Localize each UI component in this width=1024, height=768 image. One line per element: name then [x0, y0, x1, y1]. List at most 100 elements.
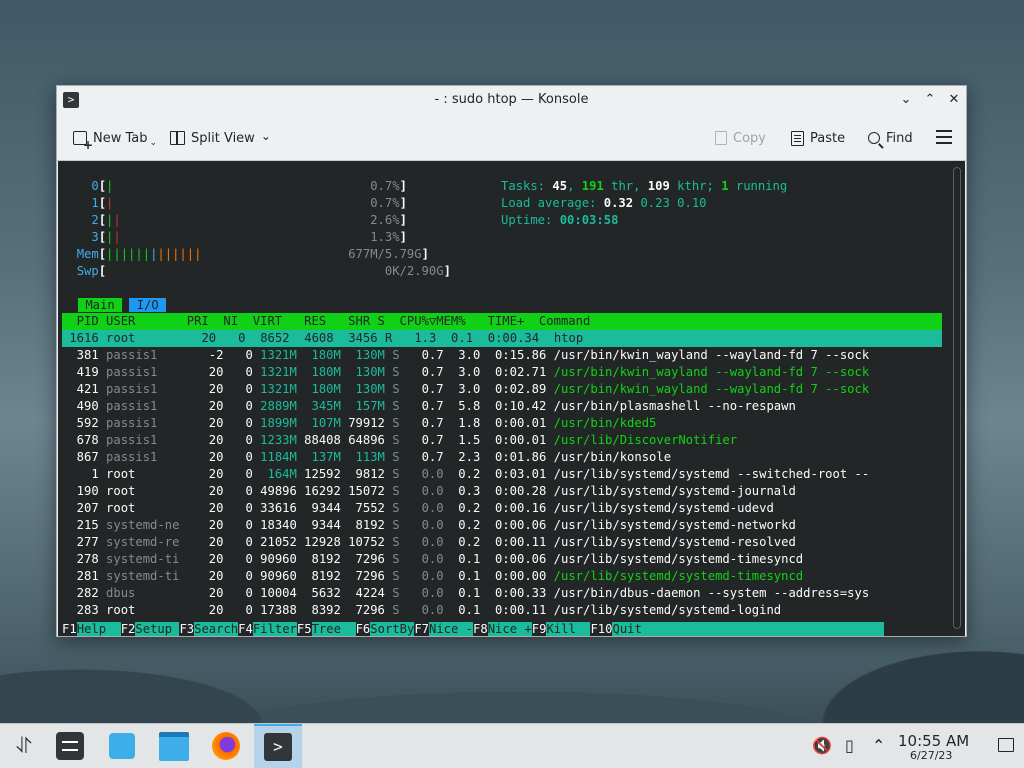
table-row[interactable]: 1 root 20 0 164M 12592 9812 S 0.0 0.2 0:… [62, 466, 869, 483]
find-button[interactable]: Find [868, 128, 913, 148]
cell-virt: 18340 [260, 518, 305, 532]
cell-ni: 0 [230, 501, 261, 515]
cell-mem: 0.2 [458, 501, 495, 515]
cell-pri: 20 [186, 484, 231, 498]
table-row[interactable]: 419 passis1 20 0 1321M 180M 130M S 0.7 3… [62, 364, 870, 381]
terminal-scrollbar[interactable] [953, 167, 961, 629]
table-row[interactable]: 421 passis1 20 0 1321M 180M 130M S 0.7 3… [62, 381, 870, 398]
cell-cmd: /usr/lib/systemd/systemd-timesyncd [553, 569, 804, 583]
fkey-label[interactable]: Search [194, 622, 239, 636]
table-row[interactable]: 867 passis1 20 0 1184M 137M 113M S 0.7 2… [62, 449, 869, 466]
table-row[interactable]: 277 systemd-re 20 0 21052 12928 10752 S … [62, 534, 869, 551]
table-row[interactable]: 190 root 20 0 49896 16292 15072 S 0.0 0.… [62, 483, 869, 500]
split-view-button[interactable]: Split View ⌄ [170, 128, 271, 148]
table-row[interactable]: 215 systemd-ne 20 0 18340 9344 8192 S 0.… [62, 517, 869, 534]
copy-button[interactable]: Copy [715, 128, 766, 148]
show-desktop-icon[interactable] [998, 738, 1014, 752]
fkey-f7[interactable]: F7 [414, 622, 429, 636]
fkey-label[interactable]: Setup [135, 622, 180, 636]
cell-user: passis1 [106, 433, 187, 447]
cell-res: 12592 [304, 467, 349, 481]
taskbar-dolphin[interactable] [150, 726, 198, 766]
taskbar-discover[interactable] [98, 726, 146, 766]
cell-mem: 2.3 [458, 450, 495, 464]
split-view-label: Split View [191, 130, 255, 146]
cell-s: S [392, 382, 415, 396]
table-row[interactable]: 592 passis1 20 0 1899M 107M 79912 S 0.7 … [62, 415, 869, 432]
fkey-f5[interactable]: F5 [297, 622, 312, 636]
fkey-label[interactable]: SortBy [370, 622, 415, 636]
fkey-f6[interactable]: F6 [356, 622, 371, 636]
fkey-label[interactable]: Nice + [487, 622, 532, 636]
minimize-icon[interactable]: ⌄ [897, 91, 915, 109]
fkey-f4[interactable]: F4 [238, 622, 253, 636]
cell-pri: 20 [186, 399, 231, 413]
cell-ni: 0 [230, 450, 261, 464]
cell-pri: 20 [186, 569, 231, 583]
fkey-label[interactable]: Nice - [429, 622, 474, 636]
table-row[interactable]: 282 dbus 20 0 10004 5632 4224 S 0.0 0.1 … [62, 585, 870, 602]
cell-res: 9344 [304, 518, 349, 532]
cell-mem: 0.2 [458, 535, 495, 549]
fkey-f8[interactable]: F8 [473, 622, 488, 636]
table-row[interactable]: 207 root 20 0 33616 9344 7552 S 0.0 0.2 … [62, 500, 869, 517]
cell-ni: 0 [230, 518, 261, 532]
cell-cmd: /usr/bin/kded5 [553, 416, 657, 430]
cell-pid: 419 [62, 365, 107, 379]
tab-io[interactable]: I/O [129, 298, 167, 312]
cell-cpu: 0.0 [414, 501, 459, 515]
table-row[interactable]: 381 passis1 -2 0 1321M 180M 130M S 0.7 3… [62, 347, 870, 364]
cell-ni: 0 [230, 467, 261, 481]
paste-button[interactable]: Paste [791, 128, 845, 148]
system-settings-icon [56, 732, 84, 760]
table-row[interactable]: 490 passis1 20 0 2889M 345M 157M S 0.7 5… [62, 398, 869, 415]
fkey-f2[interactable]: F2 [121, 622, 136, 636]
maximize-icon[interactable]: ⌃ [921, 91, 939, 109]
table-row[interactable]: 278 systemd-ti 20 0 90960 8192 7296 S 0.… [62, 551, 869, 568]
fkey-label[interactable]: Help [76, 622, 121, 636]
fkey-label[interactable]: Quit [612, 622, 884, 636]
taskbar-firefox[interactable] [202, 726, 250, 766]
tray-expand-chevron-icon[interactable]: ⌃ [872, 736, 885, 755]
cell-ni: 0 [230, 535, 261, 549]
hamburger-menu-icon[interactable] [936, 130, 952, 144]
title-bar[interactable]: > - : sudo htop — Konsole ⌄ ⌃ ✕ [57, 86, 966, 114]
cell-res: 88408 [304, 433, 349, 447]
fkey-f3[interactable]: F3 [179, 622, 194, 636]
cell-cpu: 0.7 [414, 450, 459, 464]
fkey-label[interactable]: Kill [546, 622, 591, 636]
clock-time[interactable]: 10:55 AM [898, 732, 969, 750]
fkey-f10[interactable]: F10 [590, 622, 612, 636]
application-launcher[interactable]: ⥯ [0, 726, 48, 766]
cell-pri: 20 [186, 382, 231, 396]
fkey-f1[interactable]: F1 [62, 622, 77, 636]
clock-date[interactable]: 6/27/23 [910, 749, 952, 762]
cell-shr: 7552 [348, 501, 393, 515]
fkey-label[interactable]: Filter [252, 622, 297, 636]
tab-main[interactable]: Main [78, 298, 123, 312]
cell-cpu: 0.0 [414, 518, 459, 532]
table-row[interactable]: 283 root 20 0 17388 8392 7296 S 0.0 0.1 … [62, 602, 869, 619]
cell-virt: 90960 [260, 552, 305, 566]
table-row-selected[interactable]: 1616 root 20 0 8652 4608 3456 R 1.3 0.1 … [62, 330, 942, 347]
copy-label: Copy [733, 130, 766, 146]
taskbar-system-settings[interactable] [46, 726, 94, 766]
konsole-window[interactable]: > - : sudo htop — Konsole ⌄ ⌃ ✕ New Tab … [56, 85, 967, 637]
cell-cmd: /usr/lib/systemd/systemd --switched-root… [553, 467, 870, 481]
cell-s: S [392, 365, 415, 379]
fkey-label[interactable]: Tree [311, 622, 356, 636]
cell-cmd: /usr/bin/konsole [553, 450, 672, 464]
battery-icon[interactable]: ▯ [845, 736, 854, 755]
cell-pid: 278 [62, 552, 107, 566]
fkey-f9[interactable]: F9 [532, 622, 547, 636]
table-row[interactable]: 678 passis1 20 0 1233M 88408 64896 S 0.7… [62, 432, 869, 449]
process-table-header[interactable]: PID USER PRI NI VIRT RES SHR S CPU%▽MEM%… [62, 313, 942, 330]
cell-res: 9344 [304, 501, 349, 515]
taskbar-konsole[interactable]: > [254, 724, 302, 768]
new-tab-button[interactable]: New Tab ⌄ [73, 128, 157, 152]
table-row[interactable]: 281 systemd-ti 20 0 90960 8192 7296 S 0.… [62, 568, 869, 585]
terminal-area[interactable]: 0[| 0.7%] 1[| 0.7%] 2[|| 2.6%] 3[|| 1.3%… [58, 161, 965, 636]
volume-muted-icon[interactable]: 🔇 [812, 736, 832, 755]
cell-pid: 190 [62, 484, 107, 498]
close-icon[interactable]: ✕ [945, 91, 963, 109]
